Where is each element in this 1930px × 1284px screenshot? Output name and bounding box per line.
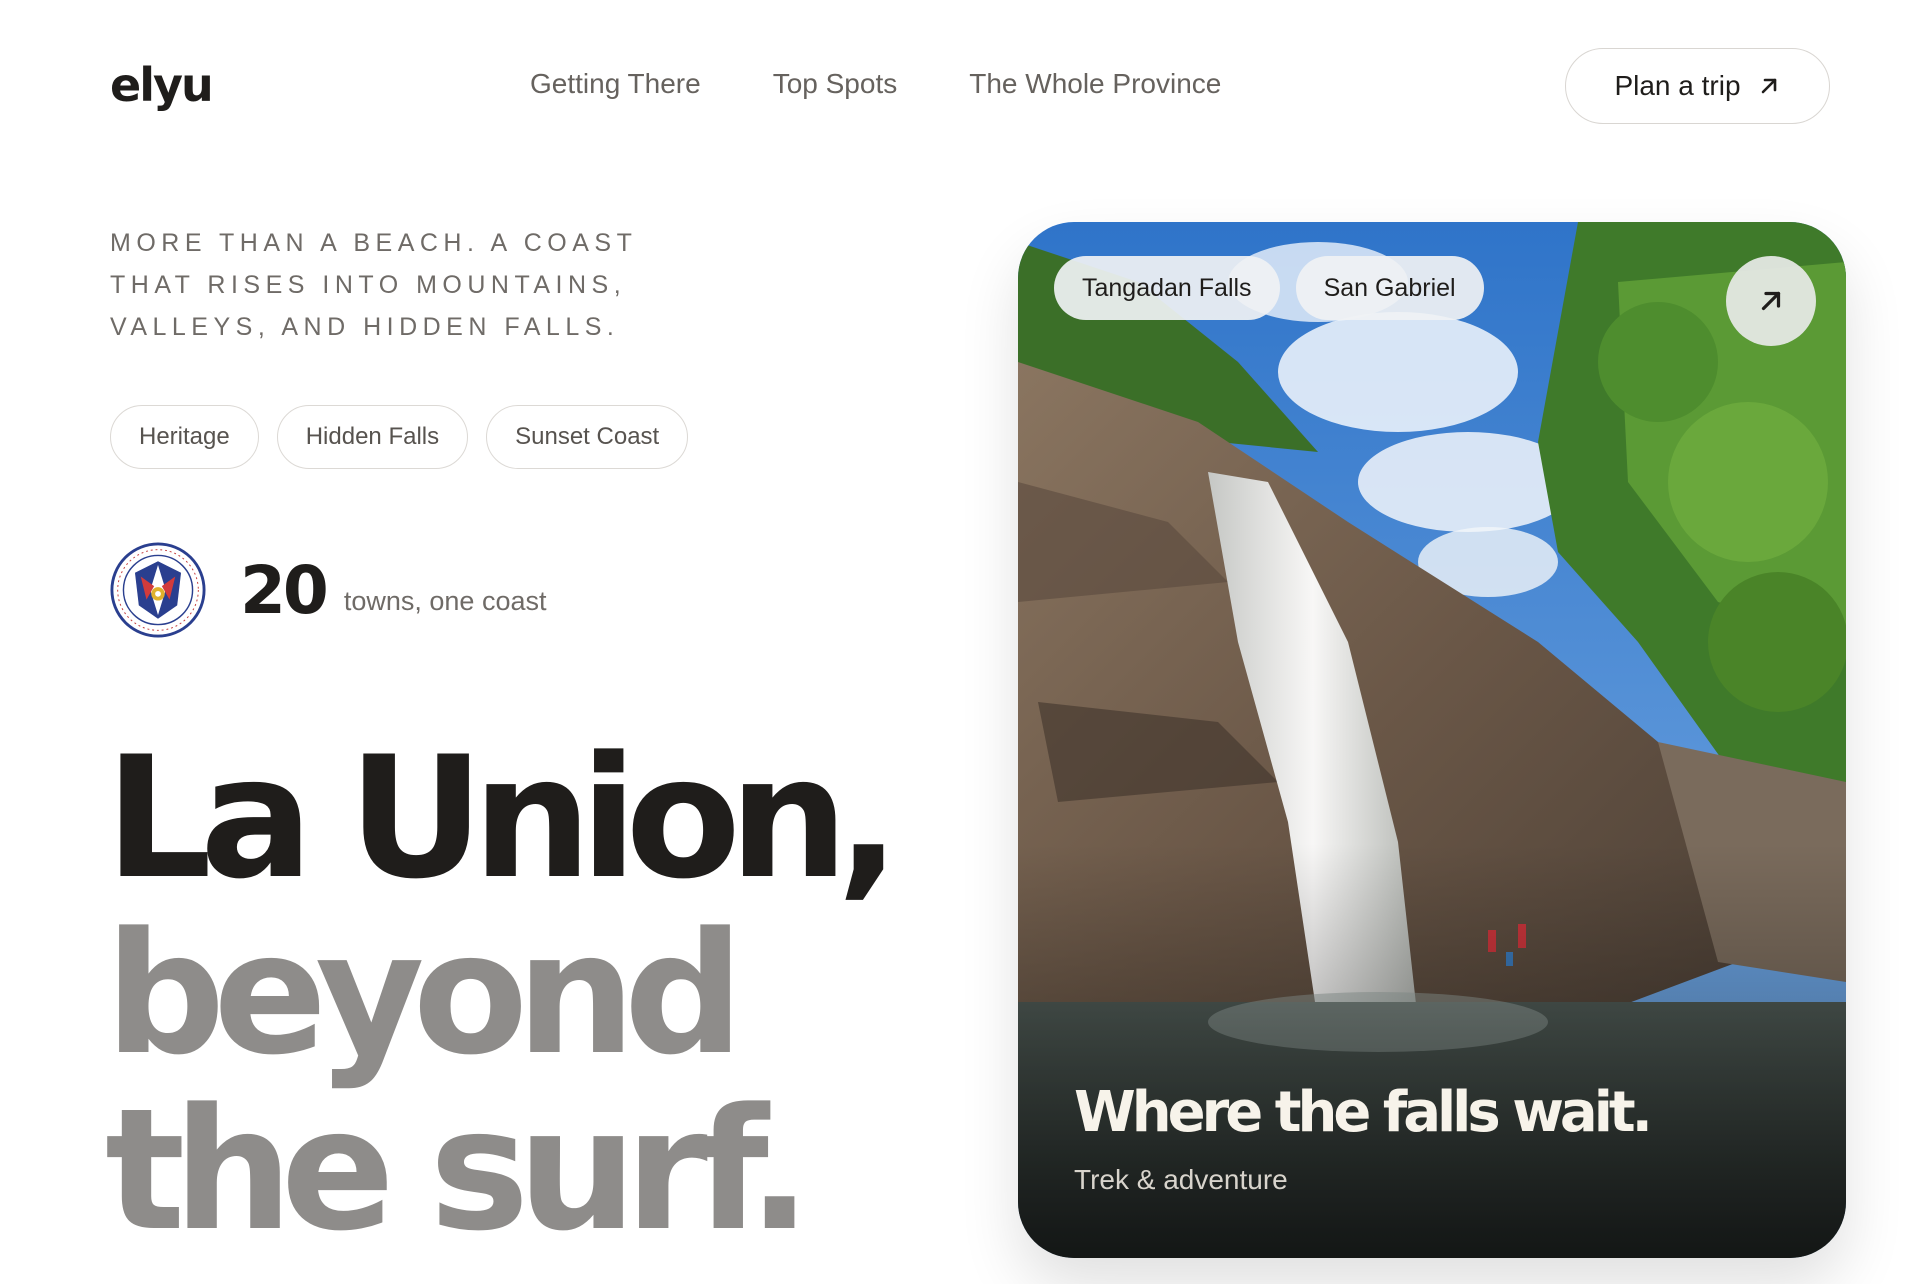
- nav-whole-province[interactable]: The Whole Province: [969, 68, 1221, 100]
- tag-san-gabriel[interactable]: San Gabriel: [1295, 256, 1484, 320]
- brand-logo[interactable]: elyu: [110, 58, 214, 112]
- featured-destination-card[interactable]: Tangadan Falls San Gabriel Where the fal…: [1018, 222, 1846, 1258]
- page: elyu Getting There Top Spots The Whole P…: [0, 0, 1930, 1284]
- chip-heritage[interactable]: Heritage: [110, 405, 259, 469]
- headline-line-2: beyond: [105, 896, 744, 1092]
- province-seal-icon: [110, 542, 206, 638]
- card-title: Where the falls wait.: [1074, 1080, 1653, 1145]
- card-subtitle: Trek & adventure: [1074, 1164, 1288, 1195]
- category-chips: Heritage Hidden Falls Sunset Coast: [110, 405, 689, 469]
- chip-hidden-falls[interactable]: Hidden Falls: [276, 405, 469, 469]
- headline-line-1: La Union,: [105, 720, 900, 916]
- hero-headline: La Union, beyond the surf.: [105, 720, 900, 1268]
- nav-top-spots[interactable]: Top Spots: [773, 68, 898, 100]
- towns-stat: 20 towns, one coast: [110, 542, 546, 638]
- card-open-button[interactable]: [1726, 256, 1816, 346]
- arrow-up-right-icon: [1761, 78, 1776, 94]
- nav-getting-there[interactable]: Getting There: [530, 68, 701, 100]
- arrow-up-right-icon: [1761, 291, 1781, 311]
- plan-trip-button[interactable]: Plan a trip: [1565, 48, 1830, 124]
- stat-label: towns, one coast: [343, 585, 547, 616]
- hero-tagline: MORE THAN A BEACH. A COAST THAT RISES IN…: [110, 229, 637, 341]
- stat-value: 20: [240, 551, 329, 629]
- main-nav: Getting There Top Spots The Whole Provin…: [530, 68, 1221, 100]
- tag-tangadan-falls[interactable]: Tangadan Falls: [1054, 256, 1280, 320]
- headline-line-3: the surf.: [105, 1072, 812, 1268]
- plan-trip-label: Plan a trip: [1614, 70, 1741, 101]
- card-location-tags: Tangadan Falls San Gabriel: [1054, 256, 1484, 320]
- chip-sunset-coast[interactable]: Sunset Coast: [486, 405, 689, 469]
